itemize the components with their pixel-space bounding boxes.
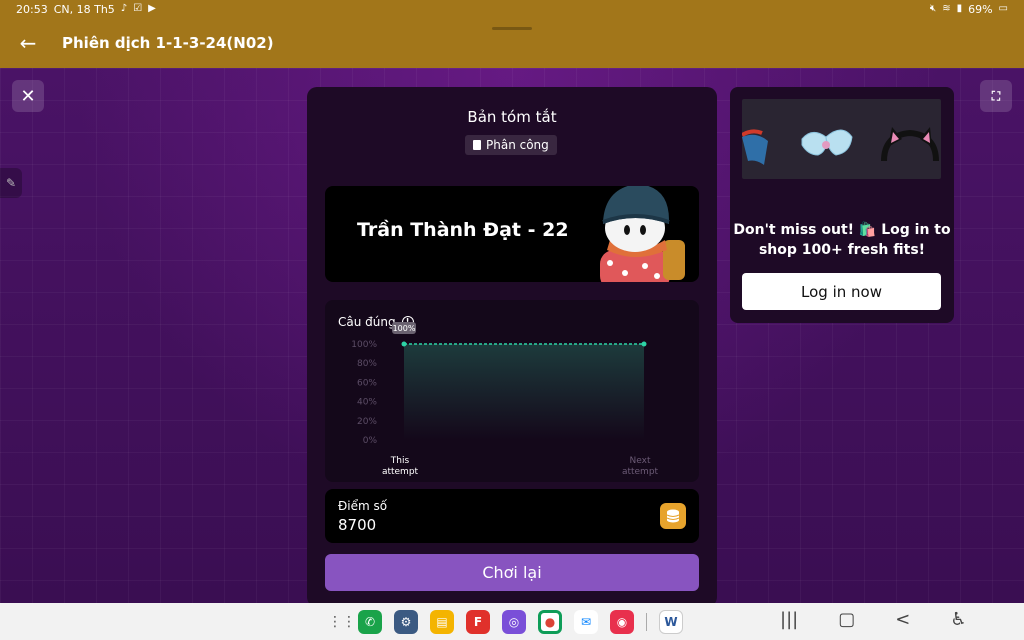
y-tick-label: 40% — [357, 398, 377, 408]
battery-level: 69% — [968, 2, 993, 16]
assignment-label: Phân công — [486, 138, 549, 152]
y-tick-label: 0% — [363, 436, 378, 446]
promo-image — [742, 99, 941, 179]
drag-handle[interactable] — [492, 27, 532, 30]
back-arrow-icon[interactable]: ← — [0, 18, 56, 68]
messenger-app-icon[interactable]: ✉ — [574, 610, 598, 634]
back-icon[interactable]: < — [895, 609, 910, 630]
home-icon[interactable]: ▢ — [838, 609, 855, 630]
replay-button[interactable]: Chơi lại — [325, 554, 699, 591]
data-point — [401, 341, 407, 347]
files-app-icon[interactable]: ▤ — [430, 610, 454, 634]
y-tick-label: 80% — [357, 359, 377, 369]
data-point — [641, 341, 647, 347]
status-time: 20:53 — [16, 2, 48, 16]
summary-title: Bản tóm tắt — [467, 108, 557, 126]
wifi-icon: ≋ — [942, 3, 951, 14]
accuracy-chart: 100% 80% 60% 40% 20% 0% 100% This attempt Next att… — [351, 322, 659, 477]
pen-icon[interactable]: ✎ — [0, 168, 22, 198]
fullscreen-icon[interactable]: ⛶ — [980, 80, 1012, 112]
video-icon: ▶ — [148, 3, 156, 14]
nav-keys: ||| ▢ < ♿︎ — [780, 609, 966, 630]
y-tick-label: 100% — [351, 340, 377, 350]
y-tick-label: 60% — [357, 378, 377, 388]
system-nav-bar: ⋮⋮ ✆ ⚙ ▤ F ◎ ● ✉ ◉ W ||| ▢ < ♿︎ — [0, 603, 1024, 640]
word-app-icon[interactable]: W — [659, 610, 683, 634]
status-bar: 20:53 CN, 18 Th5 ♪ ☑ ▶ 🔇︎ ≋ ▮ 69% ▭ — [0, 0, 1024, 18]
x-tick-label: Next attempt — [622, 456, 659, 477]
promo-panel: Don't miss out! 🛍️ Log in to shop 100+ f… — [730, 87, 954, 323]
tiktok-icon: ♪ — [120, 3, 128, 14]
phone-app-icon[interactable]: ✆ — [358, 610, 382, 634]
mute-icon: 🔇︎ — [929, 3, 937, 14]
player-name: Trần Thành Đạt - 220 — [357, 219, 567, 241]
accuracy-chart-card: Câu đúng ! 100% 80% 60% 40% 20% 0% 100% This att… — [325, 300, 699, 482]
status-date: CN, 18 Th5 — [53, 2, 115, 16]
settings-app-icon[interactable]: ⚙ — [394, 610, 418, 634]
summary-panel: Bản tóm tắt Phân công Trần Thành Đạt - 2… — [307, 87, 717, 603]
chrome-app-icon[interactable]: ● — [538, 610, 562, 634]
page-title: Phiên dịch 1-1-3-24(N02) — [62, 34, 274, 52]
browser-app-icon[interactable]: ◎ — [502, 610, 526, 634]
x-tick-label: This attempt — [382, 456, 419, 477]
accessibility-icon[interactable]: ♿︎ — [950, 609, 966, 630]
point-label: 100% — [393, 324, 416, 333]
score-label: Điểm số — [338, 499, 388, 513]
signal-icon: ▮ — [956, 3, 963, 14]
assignment-chip: Phân công — [465, 135, 557, 155]
app-bar: ← Phiên dịch 1-1-3-24(N02) — [0, 18, 1024, 68]
score-card: Điểm số 8700 — [325, 489, 699, 543]
player-card: Trần Thành Đạt - 220 — [325, 186, 699, 282]
area-fill — [404, 344, 644, 440]
camera-app-icon[interactable]: ◉ — [610, 610, 634, 634]
y-tick-label: 20% — [357, 417, 377, 427]
battery-icon: ▭ — [998, 3, 1008, 14]
app-dock: ⋮⋮ ✆ ⚙ ▤ F ◎ ● ✉ ◉ W — [328, 610, 683, 634]
game-area: ✕ ⛶ ✎ Bản tóm tắt Phân công Trần Thành Đ… — [0, 68, 1024, 603]
check-icon: ☑ — [133, 3, 143, 14]
score-value: 8700 — [338, 516, 377, 534]
close-icon[interactable]: ✕ — [12, 80, 44, 112]
document-icon — [473, 140, 481, 150]
avatar — [600, 186, 685, 282]
recent-apps-icon[interactable]: ||| — [780, 609, 798, 630]
apps-grid-icon[interactable]: ⋮⋮ — [328, 614, 356, 630]
login-button[interactable]: Log in now — [742, 273, 941, 310]
flipboard-app-icon[interactable]: F — [466, 610, 490, 634]
promo-text: Don't miss out! 🛍️ Log in to shop 100+ f… — [733, 222, 951, 258]
coins-icon — [660, 503, 686, 529]
